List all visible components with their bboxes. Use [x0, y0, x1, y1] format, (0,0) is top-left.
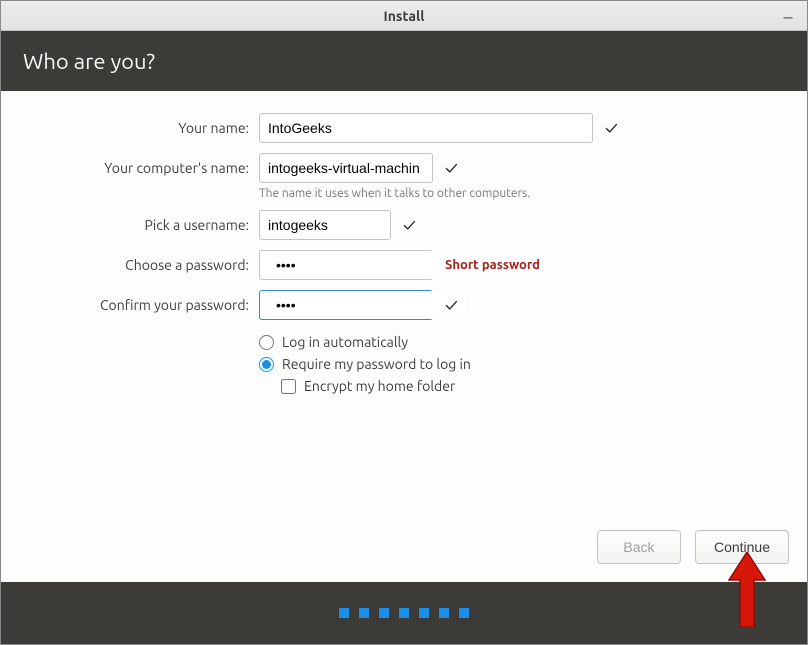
- password-warning: Short password: [445, 258, 540, 272]
- user-form: Your name: ✓ Your computer's name: ✓ The…: [19, 113, 789, 394]
- login-options: Log in automatically Require my password…: [259, 334, 789, 394]
- page-title: Who are you?: [23, 49, 155, 74]
- option-require-password[interactable]: Require my password to log in: [259, 356, 789, 372]
- titlebar[interactable]: Install –: [1, 1, 807, 31]
- progress-dot: [419, 608, 429, 618]
- confirm-label: Confirm your password:: [19, 297, 255, 313]
- progress-dot: [339, 608, 349, 618]
- confirm-password-field: [259, 290, 433, 320]
- window-title: Install: [1, 8, 807, 24]
- computer-hint: The name it uses when it talks to other …: [259, 187, 789, 200]
- check-icon: ✓: [445, 158, 458, 178]
- username-label: Pick a username:: [19, 217, 255, 233]
- progress-dot: [399, 608, 409, 618]
- radio-auto-login[interactable]: [259, 335, 274, 350]
- checkbox-encrypt-home[interactable]: [281, 379, 296, 394]
- radio-require-password[interactable]: [259, 357, 274, 372]
- install-window: Install – Who are you? Your name: ✓ Your…: [0, 0, 808, 645]
- computer-input[interactable]: [259, 153, 433, 183]
- progress-dot: [379, 608, 389, 618]
- progress-dot: [459, 608, 469, 618]
- name-input[interactable]: [259, 113, 593, 143]
- minimize-button[interactable]: –: [777, 5, 799, 27]
- name-label: Your name:: [19, 120, 255, 136]
- computer-label: Your computer's name:: [19, 160, 255, 176]
- back-button[interactable]: Back: [597, 530, 681, 564]
- password-field: [259, 250, 433, 280]
- continue-button[interactable]: Continue: [695, 530, 789, 564]
- username-input[interactable]: [259, 210, 391, 240]
- progress-footer: [1, 582, 807, 644]
- password-label: Choose a password:: [19, 257, 255, 273]
- confirm-password-input[interactable]: [268, 291, 465, 319]
- page-header: Who are you?: [1, 31, 807, 91]
- content-area: Your name: ✓ Your computer's name: ✓ The…: [1, 91, 807, 582]
- option-encrypt-home[interactable]: Encrypt my home folder: [281, 378, 789, 394]
- check-icon: ✓: [605, 118, 618, 138]
- password-input[interactable]: [268, 251, 465, 279]
- check-icon: ✓: [403, 215, 416, 235]
- wizard-buttons: Back Continue: [19, 522, 789, 582]
- progress-dot: [439, 608, 449, 618]
- progress-dot: [359, 608, 369, 618]
- option-auto-login[interactable]: Log in automatically: [259, 334, 789, 350]
- check-icon: ✓: [445, 295, 458, 315]
